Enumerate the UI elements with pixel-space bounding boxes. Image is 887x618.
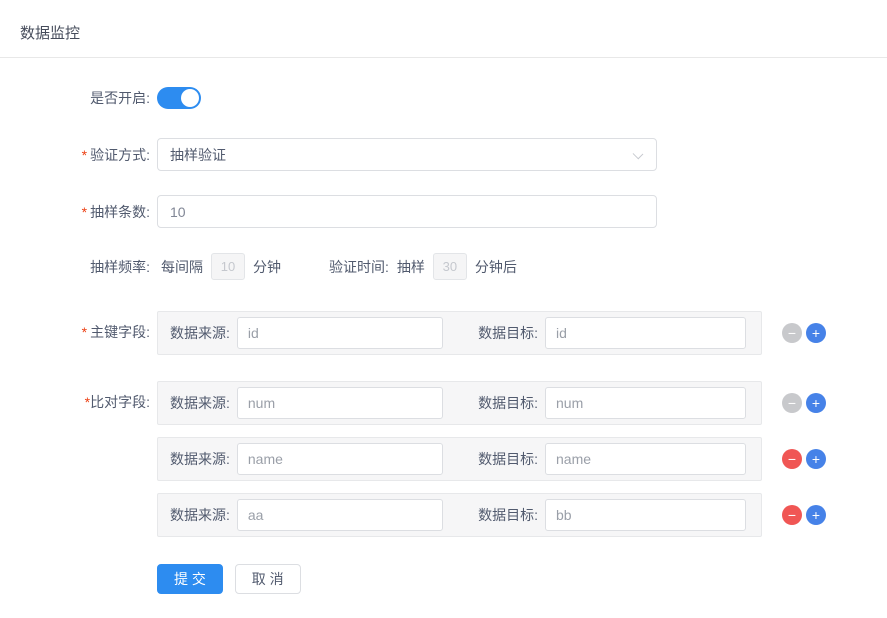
sample-count-input[interactable]: [157, 195, 657, 228]
cancel-button[interactable]: 取 消: [235, 564, 301, 594]
remove-row-button-disabled: −: [782, 393, 802, 413]
header-divider: [0, 57, 887, 58]
page-header: 数据监控: [0, 0, 887, 57]
compare-source-input-1[interactable]: [237, 387, 443, 419]
field-pair-panel: 数据来源: 数据目标:: [157, 437, 762, 481]
primary-key-row: *主键字段: 数据来源: 数据目标: − +: [0, 311, 887, 355]
add-row-button[interactable]: +: [806, 449, 826, 469]
frequency-input: [211, 253, 245, 280]
target-label: 数据目标:: [478, 505, 538, 525]
required-asterisk: *: [82, 204, 87, 220]
compare-target-input-2[interactable]: [545, 443, 746, 475]
frequency-row: 抽样频率: 每间隔 分钟 验证时间: 抽样 分钟后: [0, 253, 887, 280]
field-pair-panel: 数据来源: 数据目标:: [157, 311, 762, 355]
compare-pair-row: 数据来源: 数据目标: − +: [157, 437, 826, 481]
data-monitor-form: 是否开启: *验证方式: 抽样验证 *抽样条数: 抽样频率: 每间隔 分钟: [0, 87, 887, 594]
compare-source-input-2[interactable]: [237, 443, 443, 475]
enable-label: 是否开启:: [0, 91, 150, 105]
add-row-button[interactable]: +: [806, 505, 826, 525]
frequency-label: 抽样频率:: [0, 260, 150, 274]
chevron-down-icon: [633, 149, 644, 160]
primary-key-pair-row: 数据来源: 数据目标: − +: [157, 311, 826, 355]
frequency-prefix: 每间隔: [161, 257, 203, 277]
compare-target-input-1[interactable]: [545, 387, 746, 419]
enable-row: 是否开启:: [0, 87, 887, 109]
method-row: *验证方式: 抽样验证: [0, 138, 887, 171]
verify-time-suffix: 分钟后: [475, 257, 517, 277]
compare-fields-label: *比对字段:: [0, 395, 150, 409]
verify-time-input: [433, 253, 467, 280]
source-label: 数据来源:: [170, 323, 230, 343]
required-asterisk: *: [82, 324, 87, 340]
compare-pair-row: 数据来源: 数据目标: − +: [157, 493, 826, 537]
remove-row-button[interactable]: −: [782, 505, 802, 525]
verify-time-prefix: 抽样: [397, 257, 425, 277]
primary-key-label: *主键字段:: [0, 325, 150, 339]
method-select[interactable]: 抽样验证: [157, 138, 657, 171]
compare-source-input-3[interactable]: [237, 499, 443, 531]
source-label: 数据来源:: [170, 393, 230, 413]
enable-toggle[interactable]: [157, 87, 201, 109]
sample-count-label: *抽样条数:: [0, 205, 150, 219]
form-actions: 提 交 取 消: [157, 564, 887, 594]
primary-key-source-input[interactable]: [237, 317, 443, 349]
sample-count-row: *抽样条数:: [0, 195, 887, 228]
toggle-knob-icon: [181, 89, 199, 107]
method-label: *验证方式:: [0, 148, 150, 162]
target-label: 数据目标:: [478, 393, 538, 413]
primary-key-target-input[interactable]: [545, 317, 746, 349]
remove-row-button-disabled: −: [782, 323, 802, 343]
source-label: 数据来源:: [170, 449, 230, 469]
verify-time-label: 验证时间:: [329, 257, 389, 277]
source-label: 数据来源:: [170, 505, 230, 525]
add-row-button[interactable]: +: [806, 393, 826, 413]
target-label: 数据目标:: [478, 323, 538, 343]
frequency-suffix: 分钟: [253, 257, 281, 277]
remove-row-button[interactable]: −: [782, 449, 802, 469]
compare-fields-row: *比对字段: 数据来源: 数据目标: − +: [0, 381, 887, 537]
compare-target-input-3[interactable]: [545, 499, 746, 531]
submit-button[interactable]: 提 交: [157, 564, 223, 594]
required-asterisk: *: [82, 147, 87, 163]
page-title: 数据监控: [20, 22, 887, 43]
field-pair-panel: 数据来源: 数据目标:: [157, 493, 762, 537]
compare-pair-row: 数据来源: 数据目标: − +: [157, 381, 826, 425]
field-pair-panel: 数据来源: 数据目标:: [157, 381, 762, 425]
method-select-value: 抽样验证: [170, 145, 226, 165]
target-label: 数据目标:: [478, 449, 538, 469]
add-row-button[interactable]: +: [806, 323, 826, 343]
